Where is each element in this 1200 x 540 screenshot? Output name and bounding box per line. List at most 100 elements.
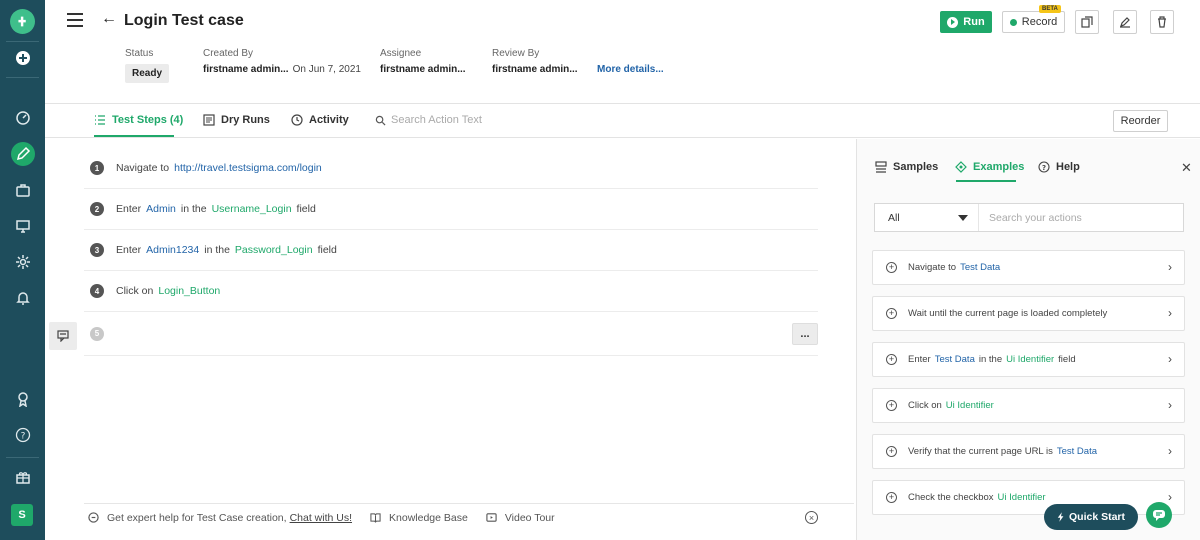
step-action-text: in the xyxy=(204,244,230,256)
test-steps-list: 1 Navigate to http://travel.testsigma.co… xyxy=(84,148,818,356)
dashboard-icon[interactable] xyxy=(11,106,35,130)
briefcase-icon[interactable] xyxy=(11,178,35,202)
step-action-text: Enter xyxy=(116,203,142,215)
step-action-text: Click on xyxy=(116,285,154,297)
test-development-icon[interactable] xyxy=(11,142,35,166)
chat-support-button[interactable] xyxy=(1146,502,1172,528)
run-button[interactable]: Run xyxy=(940,11,992,33)
step-action-text: field xyxy=(296,203,316,215)
test-step-1[interactable]: 1 Navigate to http://travel.testsigma.co… xyxy=(84,148,818,189)
step-test-data[interactable]: Admin xyxy=(146,203,176,215)
action-filter: All Search your actions xyxy=(874,203,1184,232)
example-action-card[interactable]: + Check the checkbox Ui Identifier › xyxy=(872,480,1185,515)
plus-circle-icon[interactable]: + xyxy=(886,262,897,273)
chevron-right-icon[interactable]: › xyxy=(1168,352,1172,366)
tab-samples[interactable]: Samples xyxy=(875,161,938,173)
quick-start-button[interactable]: Quick Start xyxy=(1044,504,1138,530)
record-button[interactable]: Record xyxy=(1002,11,1065,33)
tab-activity[interactable]: Activity xyxy=(291,114,349,126)
back-arrow-icon[interactable]: ← xyxy=(101,10,117,28)
chat-bubble-icon xyxy=(88,512,99,523)
example-action-card[interactable]: + Click on Ui Identifier › xyxy=(872,388,1185,423)
created-on-value: On Jun 7, 2021 xyxy=(292,64,361,75)
example-action-card[interactable]: + Wait until the current page is loaded … xyxy=(872,296,1185,331)
tab-help[interactable]: ? Help xyxy=(1038,161,1080,173)
tab-examples[interactable]: Examples xyxy=(955,161,1024,173)
test-step-3[interactable]: 3 Enter Admin1234 in the Password_Login … xyxy=(84,230,818,271)
chevron-right-icon[interactable]: › xyxy=(1168,444,1172,458)
example-action-card[interactable]: + Verify that the current page URL is Te… xyxy=(872,434,1185,469)
card-test-data: Test Data xyxy=(960,262,1001,273)
step-url[interactable]: http://travel.testsigma.com/login xyxy=(174,162,322,174)
card-text: Check the checkbox xyxy=(908,492,994,503)
knowledge-base-link[interactable]: Knowledge Base xyxy=(389,512,468,524)
plus-circle-icon[interactable]: + xyxy=(886,308,897,319)
step-action-text: field xyxy=(317,244,337,256)
close-panel-icon[interactable]: ✕ xyxy=(1181,160,1192,176)
help-icon: ? xyxy=(1038,161,1050,173)
plus-circle-icon[interactable]: + xyxy=(886,446,897,457)
svg-text:?: ? xyxy=(21,432,26,442)
caret-down-icon xyxy=(958,214,968,221)
bell-icon[interactable] xyxy=(11,286,35,310)
comment-button[interactable] xyxy=(49,322,77,350)
plus-circle-icon[interactable]: + xyxy=(886,354,897,365)
step-number: 4 xyxy=(90,284,104,298)
gift-icon[interactable] xyxy=(11,465,35,489)
more-details-link[interactable]: More details... xyxy=(597,64,664,75)
book-icon xyxy=(370,512,381,523)
hamburger-menu-icon[interactable] xyxy=(67,13,83,27)
user-avatar[interactable]: S xyxy=(11,504,33,526)
delete-button[interactable] xyxy=(1150,10,1174,34)
add-icon[interactable] xyxy=(11,46,35,70)
chevron-right-icon[interactable]: › xyxy=(1168,260,1172,274)
step-element[interactable]: Login_Button xyxy=(158,285,220,297)
assignee-value: firstname admin... xyxy=(380,64,466,75)
chat-with-us-link[interactable]: Chat with Us! xyxy=(290,512,352,524)
right-panel: Samples Examples ? Help ✕ All Search you… xyxy=(856,139,1200,540)
tab-test-steps[interactable]: Test Steps (4) xyxy=(94,114,183,126)
help-bar: Get expert help for Test Case creation, … xyxy=(84,503,854,531)
close-help-bar-icon[interactable]: × xyxy=(805,511,818,524)
chevron-right-icon[interactable]: › xyxy=(1168,490,1172,504)
plus-circle-icon[interactable]: + xyxy=(886,400,897,411)
card-text: in the xyxy=(978,354,1003,365)
monitor-icon[interactable] xyxy=(11,214,35,238)
chevron-right-icon[interactable]: › xyxy=(1168,398,1172,412)
chevron-right-icon[interactable]: › xyxy=(1168,306,1172,320)
test-step-2[interactable]: 2 Enter Admin in the Username_Login fiel… xyxy=(84,189,818,230)
testsigma-logo-icon[interactable] xyxy=(10,9,35,34)
copy-button[interactable] xyxy=(1075,10,1099,34)
status-meta: Status Ready xyxy=(125,48,170,83)
reorder-button[interactable]: Reorder xyxy=(1113,110,1168,132)
new-step-row[interactable]: 5 ... xyxy=(84,312,818,356)
action-type-select[interactable]: All xyxy=(875,204,979,231)
search-action-placeholder: Search Action Text xyxy=(391,114,482,126)
dry-runs-icon xyxy=(203,114,215,126)
video-tour-link[interactable]: Video Tour xyxy=(505,512,555,524)
edit-button[interactable] xyxy=(1113,10,1137,34)
step-element[interactable]: Password_Login xyxy=(235,244,313,256)
review-by-label: Review By xyxy=(492,48,540,59)
example-action-card[interactable]: + Navigate to Test Data › xyxy=(872,250,1185,285)
copy-icon xyxy=(1081,16,1093,28)
tab-activity-label: Activity xyxy=(309,114,349,126)
active-panel-tab-underline xyxy=(956,180,1016,182)
test-step-4[interactable]: 4 Click on Login_Button xyxy=(84,271,818,312)
help-circle-icon[interactable]: ? xyxy=(11,423,35,447)
search-actions-input[interactable]: Search your actions xyxy=(979,212,1082,224)
search-icon xyxy=(375,115,386,126)
settings-gear-icon[interactable] xyxy=(11,250,35,274)
more-options-button[interactable]: ... xyxy=(792,323,818,345)
svg-text:?: ? xyxy=(1042,164,1046,172)
search-action-input[interactable]: Search Action Text xyxy=(375,114,482,126)
award-icon[interactable] xyxy=(11,387,35,411)
tab-test-steps-label: Test Steps (4) xyxy=(112,114,184,126)
plus-circle-icon[interactable]: + xyxy=(886,492,897,503)
tab-dry-runs[interactable]: Dry Runs xyxy=(203,114,270,126)
step-test-data[interactable]: Admin1234 xyxy=(146,244,199,256)
step-element[interactable]: Username_Login xyxy=(212,203,292,215)
record-label: Record xyxy=(1021,16,1058,28)
video-icon xyxy=(486,512,497,523)
example-action-card[interactable]: + Enter Test Data in the Ui Identifier f… xyxy=(872,342,1185,377)
